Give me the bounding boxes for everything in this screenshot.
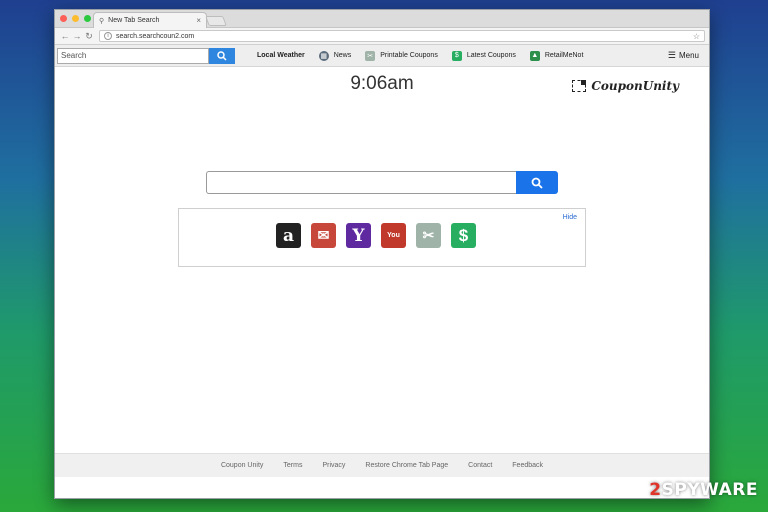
search-icon [217, 50, 227, 61]
toolbar-search-input[interactable] [57, 47, 209, 64]
browser-window: ⚲ New Tab Search × ← → ↻ i search.search… [54, 9, 710, 499]
link-printable-coupons[interactable]: ✂ Printable Coupons [365, 50, 438, 61]
minimize-window-button[interactable] [72, 15, 79, 22]
footer-link-coupon-unity[interactable]: Coupon Unity [221, 462, 263, 469]
url-text: search.searchcoun2.com [116, 32, 195, 40]
extension-toolbar: Local Weather ▦ News ✂ Printable Coupons… [55, 45, 709, 67]
dollar-icon[interactable]: $ [451, 223, 476, 248]
link-retailmenot[interactable]: ▲ RetailMeNot [529, 50, 584, 61]
back-icon[interactable]: ← [59, 31, 71, 41]
bookmark-star-icon[interactable]: ☆ [693, 32, 700, 41]
footer-link-terms[interactable]: Terms [283, 462, 302, 469]
title-bar: ⚲ New Tab Search × [55, 10, 709, 28]
footer-link-contact[interactable]: Contact [468, 462, 492, 469]
link-label: RetailMeNot [544, 52, 584, 59]
retailmenot-icon: ▲ [529, 50, 540, 61]
quick-links-panel: Hide a ✉ Y You ✂ $ [178, 208, 586, 267]
watermark-text: SPYWARE [661, 480, 758, 500]
close-window-button[interactable] [60, 15, 67, 22]
gmail-icon[interactable]: ✉ [311, 223, 336, 248]
footer-link-restore[interactable]: Restore Chrome Tab Page [365, 462, 448, 469]
footer-link-feedback[interactable]: Feedback [512, 462, 543, 469]
link-label: Latest Coupons [466, 52, 516, 59]
dollar-icon: $ [451, 50, 462, 61]
main-search-button[interactable] [516, 171, 558, 194]
toolbar-search [57, 47, 235, 64]
tab-title: New Tab Search [108, 17, 160, 24]
browser-tab[interactable]: ⚲ New Tab Search × [93, 12, 207, 28]
youtube-icon[interactable]: You [381, 223, 406, 248]
hide-link[interactable]: Hide [563, 214, 577, 221]
tab-close-icon[interactable]: × [196, 16, 201, 25]
search-icon: ⚲ [99, 17, 105, 25]
search-icon [531, 177, 543, 189]
link-label: News [333, 52, 352, 59]
brand-icon [572, 80, 587, 92]
link-latest-coupons[interactable]: $ Latest Coupons [451, 50, 516, 61]
extension-links: Local Weather ▦ News ✂ Printable Coupons… [257, 50, 597, 61]
amazon-icon[interactable]: a [276, 223, 301, 248]
window-controls [60, 15, 91, 22]
coupons-icon: ✂ [365, 50, 376, 61]
footer-link-privacy[interactable]: Privacy [322, 462, 345, 469]
new-tab-button[interactable] [205, 16, 227, 26]
hamburger-icon: ☰ [667, 50, 676, 60]
coupon-icon[interactable]: ✂ [416, 223, 441, 248]
quick-links: a ✉ Y You ✂ $ [276, 223, 476, 248]
link-label: Local Weather [257, 52, 305, 59]
watermark-number: 2 [649, 480, 662, 500]
main-search-input[interactable] [206, 171, 516, 194]
browser-toolbar: ← → ↻ i search.searchcoun2.com ☆ [55, 28, 709, 45]
brand-logo[interactable]: CouponUnity [572, 79, 679, 93]
reload-icon[interactable]: ↻ [83, 31, 95, 42]
address-bar[interactable]: i search.searchcoun2.com ☆ [99, 30, 705, 42]
news-icon: ▦ [318, 50, 329, 61]
menu-button[interactable]: ☰ Menu [668, 50, 699, 61]
new-tab-page: 9:06am CouponUnity Hide a ✉ Y You ✂ $ Co… [55, 67, 709, 477]
maximize-window-button[interactable] [84, 15, 91, 22]
link-local-weather[interactable]: Local Weather [257, 52, 305, 59]
main-search [206, 171, 558, 194]
forward-icon[interactable]: → [71, 31, 83, 41]
watermark: 2SPYWARE [649, 480, 758, 500]
yahoo-icon[interactable]: Y [346, 223, 371, 248]
menu-label: Menu [678, 51, 699, 60]
link-label: Printable Coupons [380, 52, 438, 59]
link-news[interactable]: ▦ News [318, 50, 352, 61]
toolbar-search-button[interactable] [209, 47, 235, 64]
brand-name: CouponUnity [591, 79, 679, 93]
info-icon[interactable]: i [104, 32, 112, 40]
footer: Coupon Unity Terms Privacy Restore Chrom… [55, 453, 709, 477]
